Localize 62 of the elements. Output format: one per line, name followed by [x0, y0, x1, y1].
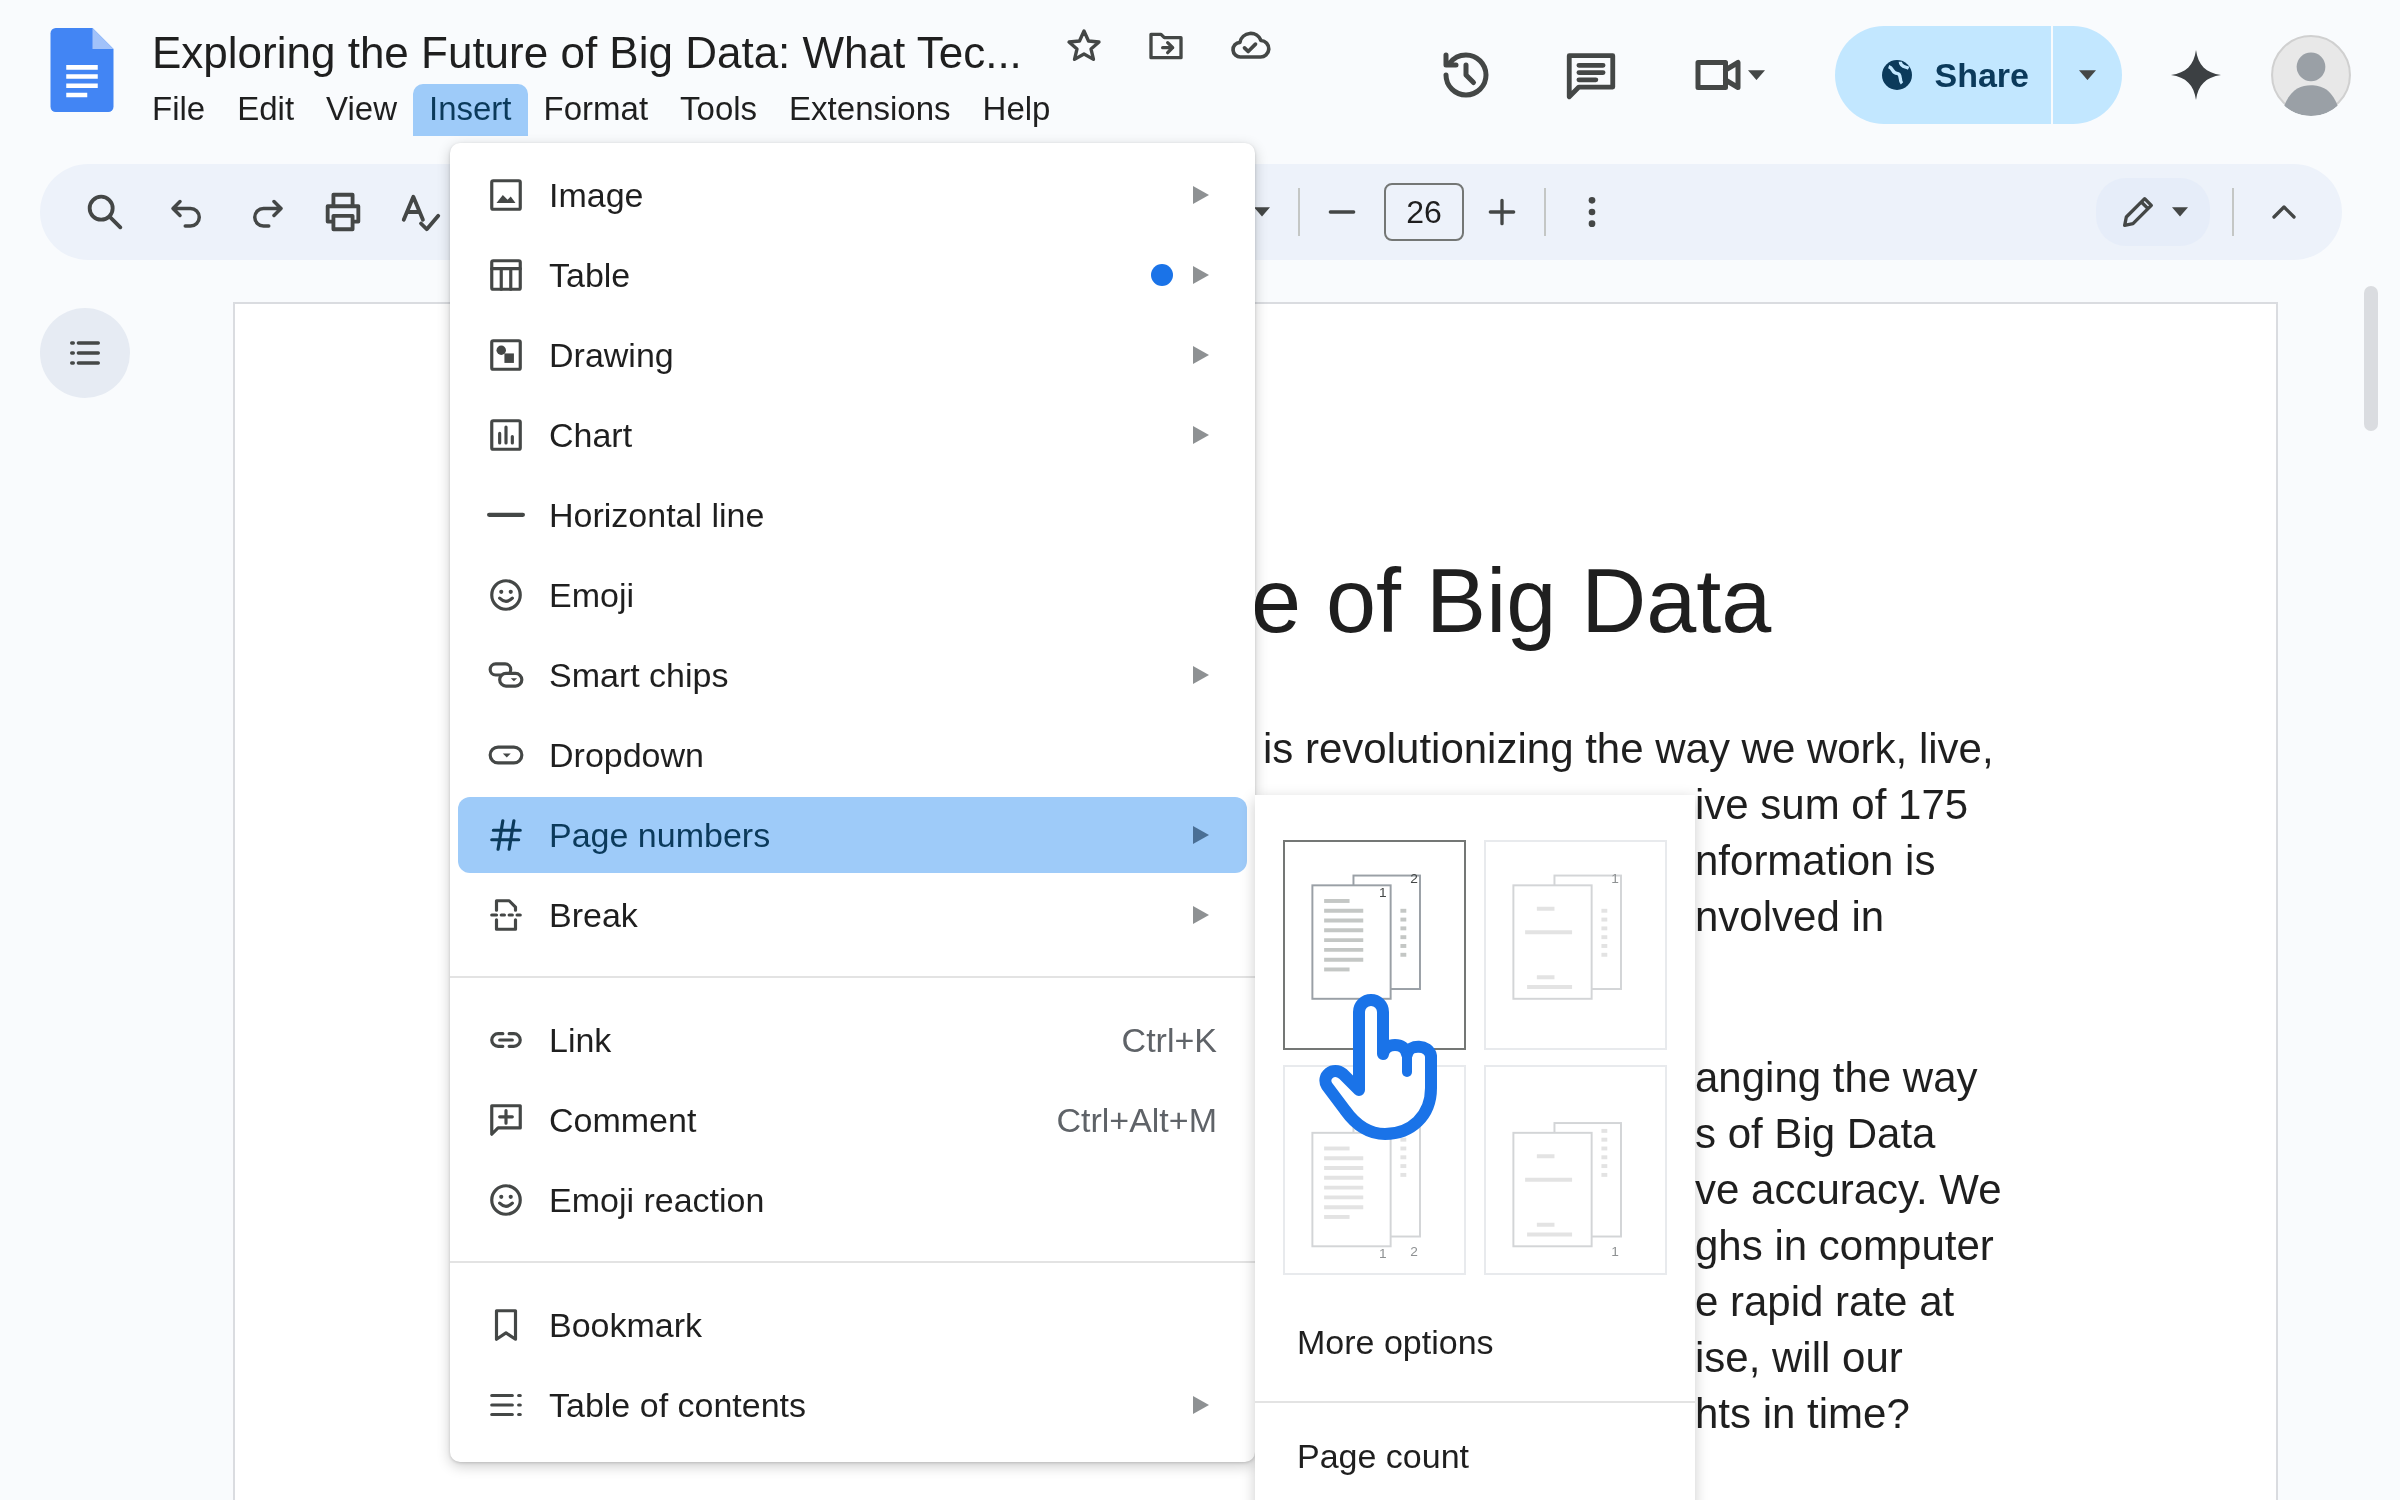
caret-icon	[2172, 207, 2188, 217]
font-size-field[interactable]: 26	[1384, 183, 1464, 241]
menu-item[interactable]: Dropdown	[450, 715, 1255, 795]
caret-icon	[2079, 69, 2096, 81]
menu-item[interactable]: Bookmark	[450, 1285, 1255, 1365]
bar-chart-icon	[487, 416, 525, 454]
body-text-line: anging the way	[1695, 1053, 1978, 1103]
page-break-icon	[487, 896, 525, 934]
shapes-icon	[487, 336, 525, 374]
shortcut-text: Ctrl+K	[1121, 1020, 1217, 1060]
menu-item[interactable]: Page count	[1255, 1421, 1695, 1491]
menu-item[interactable]: Table	[450, 235, 1255, 315]
page-number-label: 1	[1379, 1246, 1387, 1262]
table-icon	[487, 256, 525, 294]
share-button[interactable]: Share	[1834, 26, 2122, 124]
page-number-label: 2	[1410, 871, 1418, 887]
menu-bar-item[interactable]: Edit	[221, 84, 311, 136]
page-number-label: 1	[1611, 871, 1619, 887]
menu-item[interactable]: Comment Ctrl+Alt+M	[450, 1080, 1255, 1160]
caret-icon[interactable]	[1254, 207, 1270, 217]
smiley-icon	[487, 576, 525, 614]
menu-item[interactable]: Table of contents	[450, 1365, 1255, 1445]
menu-bar-item[interactable]: Format	[527, 84, 665, 136]
page-number-label: 2	[1410, 1244, 1418, 1260]
menu-item[interactable]: Image	[450, 155, 1255, 235]
body-text-line: s of Big Data	[1695, 1109, 1936, 1159]
menu-item[interactable]: Link Ctrl+K	[450, 1000, 1255, 1080]
menu-item[interactable]: Break	[450, 875, 1255, 955]
body-text-line: is revolutionizing the way we work, live,	[1263, 724, 1994, 774]
page-number-label: 1	[1611, 1244, 1619, 1260]
horizontal-line-icon	[487, 511, 525, 519]
page-number-label: 1	[1379, 885, 1387, 901]
smiley-icon	[487, 1181, 525, 1219]
menu-bar-item[interactable]: Extensions	[773, 84, 967, 136]
menu-bar-item[interactable]: Tools	[664, 84, 774, 136]
shortcut-text: Ctrl+Alt+M	[1056, 1100, 1217, 1140]
menu-bar-item[interactable]: Help	[966, 84, 1067, 136]
menu-item[interactable]: Chart	[450, 395, 1255, 475]
body-text-line: e rapid rate at	[1695, 1277, 1955, 1327]
scrollbar-thumb[interactable]	[2364, 286, 2378, 431]
hash-icon	[487, 816, 525, 854]
menu-item[interactable]: Drawing	[450, 315, 1255, 395]
body-text-line: hts in time?	[1695, 1389, 1910, 1439]
body-text-line: ghs in computer	[1695, 1221, 1994, 1271]
add-comment-icon	[487, 1101, 525, 1139]
menu-bar-item[interactable]: Insert	[413, 84, 528, 136]
menu-item[interactable]: More options	[1255, 1307, 1695, 1377]
editing-mode-button[interactable]	[2096, 178, 2210, 246]
menu-bar-item[interactable]: View	[310, 84, 413, 136]
body-text-line: ve accuracy. We	[1695, 1165, 2002, 1215]
menu-item[interactable]: Page numbers	[458, 797, 1247, 873]
image-icon	[487, 176, 525, 214]
docs-logo[interactable]	[50, 28, 114, 112]
menu-item[interactable]: Emoji reaction	[450, 1160, 1255, 1240]
avatar[interactable]	[2270, 34, 2352, 116]
menu-bar-item[interactable]: File	[136, 84, 222, 136]
caret-icon[interactable]	[1747, 69, 1765, 81]
body-text-line: nformation is	[1695, 836, 1936, 886]
body-text-line: nvolved in	[1695, 892, 1885, 942]
document-title[interactable]: Exploring the Future of Big Data: What Tec...	[152, 14, 1022, 78]
body-text-line: ise, will our	[1695, 1333, 1903, 1383]
body-text-line: ive sum of 175	[1695, 780, 1969, 830]
